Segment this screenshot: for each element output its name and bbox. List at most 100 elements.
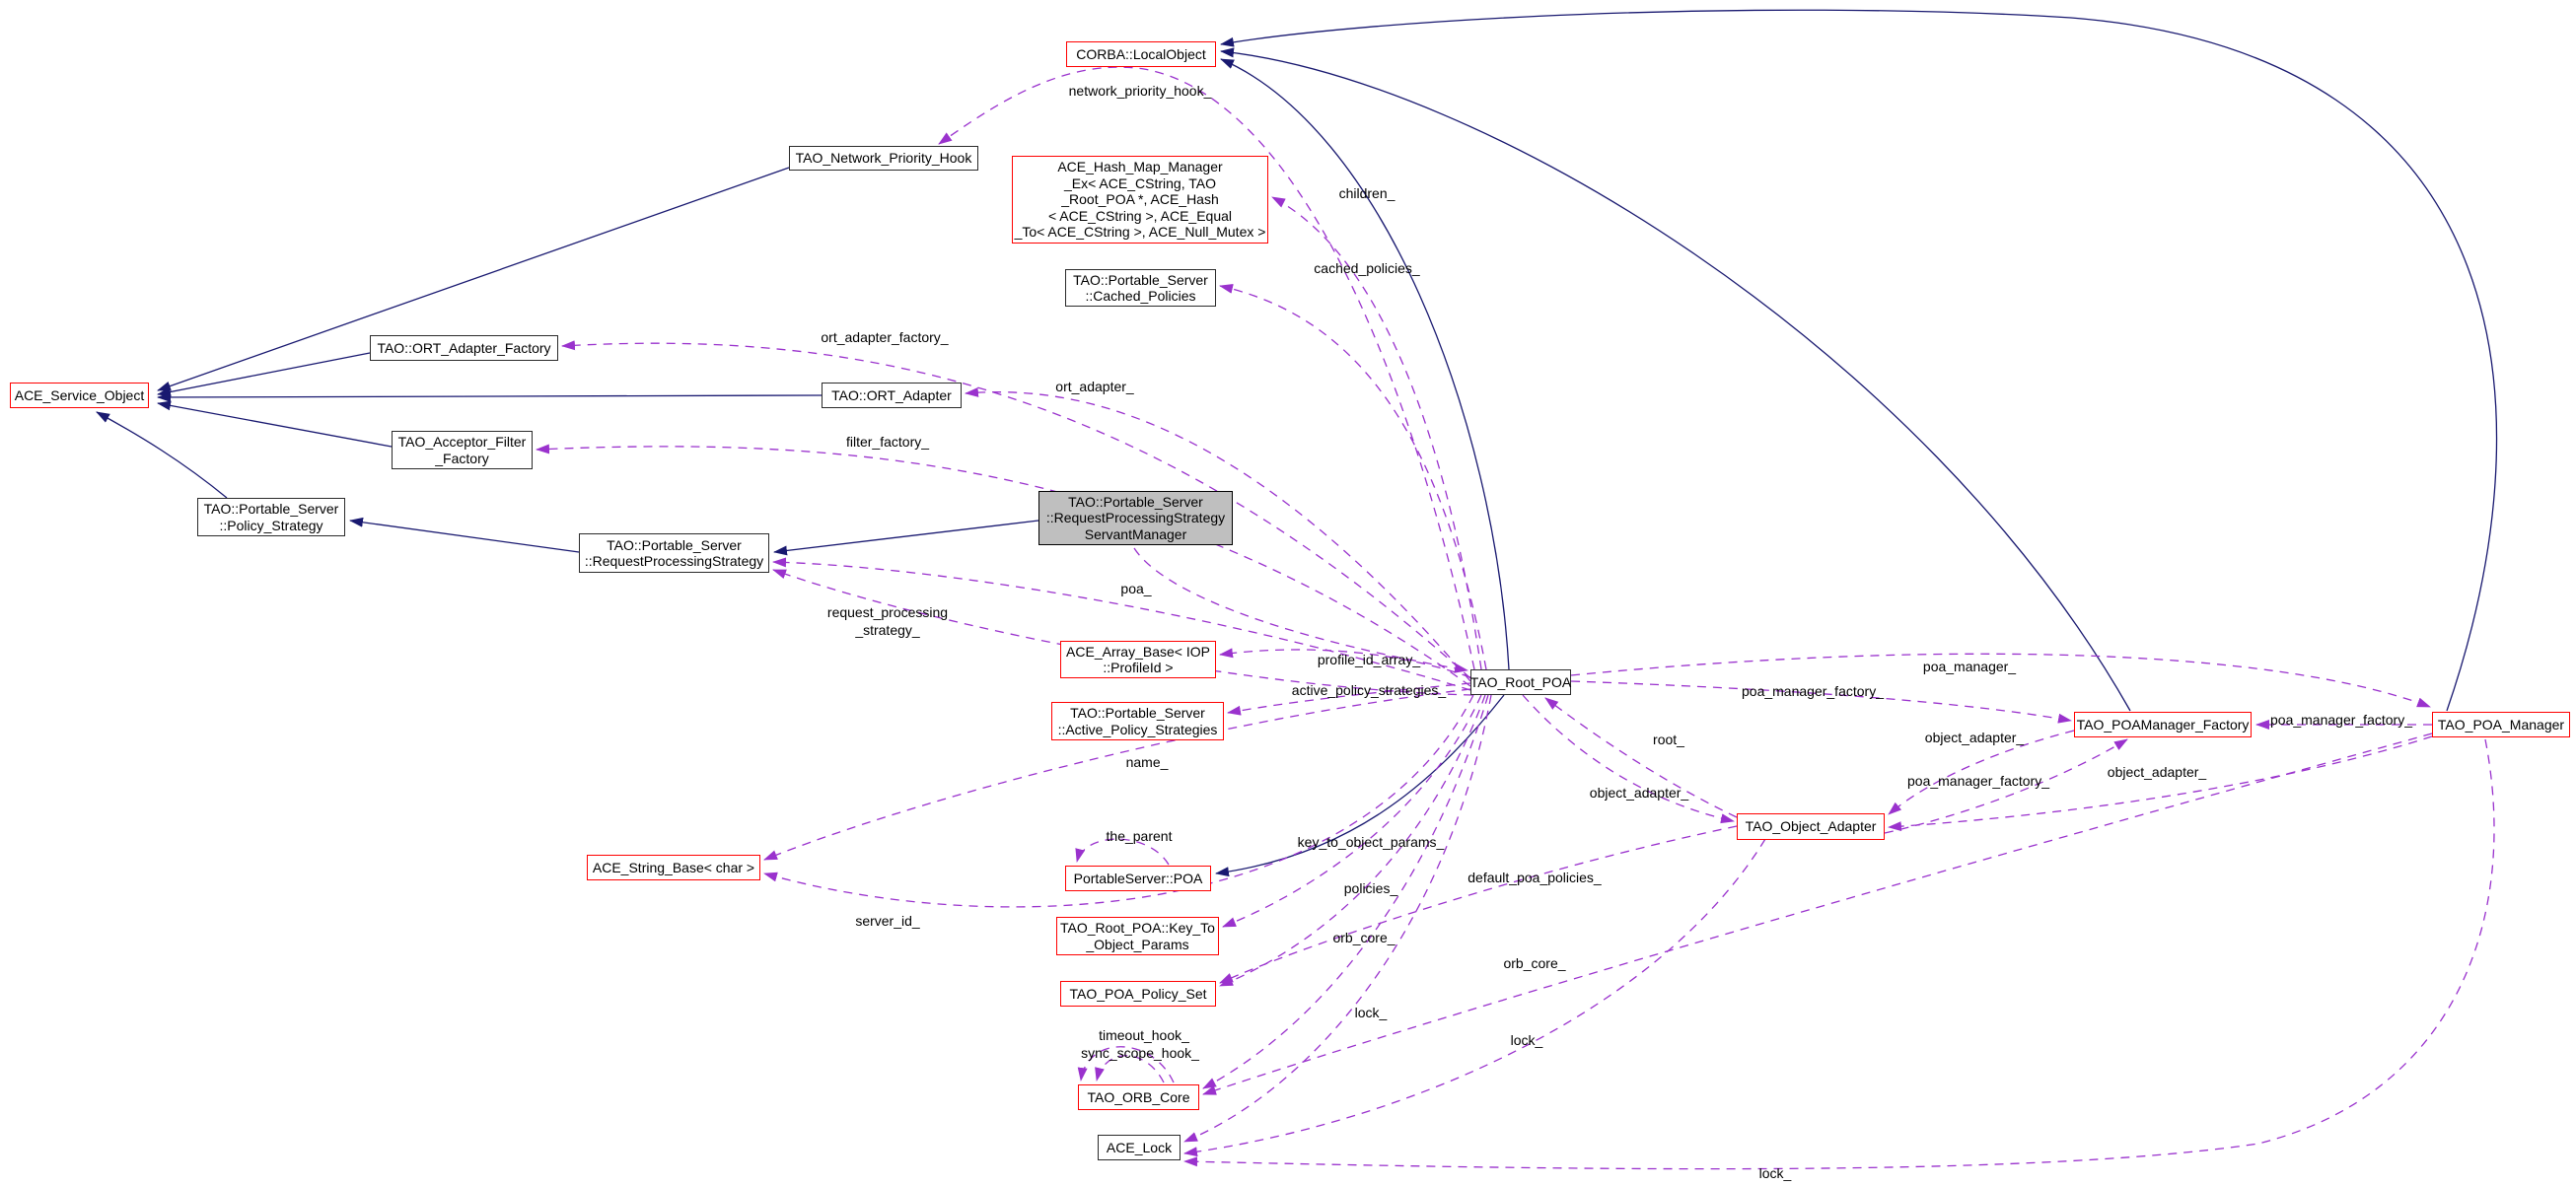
node-label-line: TAO_Root_POA [1470, 674, 1571, 691]
node-label-line: ::RequestProcessingStrategy [1046, 510, 1225, 526]
node-label-line: _Ex< ACE_CString, TAO [1064, 175, 1216, 192]
diagram-canvas: CORBA::LocalObjectTAO_Network_Priority_H… [0, 0, 2576, 1186]
edge-label-the-parent: the_parent [1107, 828, 1173, 844]
node-ace-lock[interactable]: ACE_Lock [1098, 1135, 1181, 1160]
node-label-line: ACE_String_Base< char > [593, 860, 754, 876]
edge-label-orb-core: orb_core_ [1332, 930, 1395, 945]
edge-label-strategy: _strategy_ [855, 622, 919, 638]
edge-cached-policies [1220, 286, 1486, 669]
node-label-line: _Factory [435, 451, 488, 467]
node-corba-localobject[interactable]: CORBA::LocalObject [1066, 41, 1216, 67]
node-ace-service-object[interactable]: ACE_Service_Object [10, 383, 149, 408]
edge-label-root: root_ [1653, 732, 1684, 747]
node-ace-hash-map-manager[interactable]: ACE_Hash_Map_Manager_Ex< ACE_CString, TA… [1012, 156, 1268, 244]
node-label-line: ::ProfileId > [1103, 660, 1173, 676]
node-label-line: ACE_Hash_Map_Manager [1057, 159, 1222, 175]
edge-label-poa-manager-factory: poa_manager_factory_ [1907, 773, 2049, 789]
edge-layer [0, 0, 2576, 1186]
edge-ortadapterfactory-to-serviceobject [158, 353, 370, 394]
edge-label-ort-adapter: ort_adapter_ [1055, 379, 1133, 394]
node-label-line: TAO::ORT_Adapter [831, 387, 952, 404]
edge-label-lock: lock_ [1511, 1032, 1543, 1048]
node-request-processing-strategy[interactable]: TAO::Portable_Server::RequestProcessingS… [579, 533, 769, 573]
node-label-line: ServantManager [1085, 526, 1187, 543]
edge-poamanagerfactory-to-localobject [1221, 51, 2130, 711]
edge-label-filter-factory: filter_factory_ [846, 434, 929, 450]
edge-object-adapter-from-rootpoa [1523, 695, 1734, 821]
node-label-line: _To< ACE_CString >, ACE_Null_Mutex > [1015, 224, 1266, 241]
edge-rootpoa-to-localobject [1221, 59, 1509, 669]
edge-label-profile-id-array: profile_id_array_ [1318, 652, 1420, 667]
node-label-line: TAO::Portable_Server [204, 501, 339, 518]
edge-label-object-adapter: object_adapter_ [2108, 764, 2206, 780]
node-label-line: TAO::Portable_Server [1070, 705, 1205, 722]
edge-reqproc-to-policystrategy [350, 521, 579, 552]
node-label-line: CORBA::LocalObject [1076, 46, 1206, 63]
node-active-policy-strategies[interactable]: TAO::Portable_Server::Active_Policy_Stra… [1051, 702, 1224, 740]
node-tao-network-priority-hook[interactable]: TAO_Network_Priority_Hook [789, 146, 978, 171]
node-label-line: PortableServer::POA [1074, 871, 1203, 887]
node-label-line: TAO_POA_Manager [2438, 717, 2564, 733]
edge-label-sync-scope-hook: sync_scope_hook_ [1081, 1045, 1199, 1061]
node-cached-policies[interactable]: TAO::Portable_Server::Cached_Policies [1065, 269, 1216, 307]
node-ort-adapter[interactable]: TAO::ORT_Adapter [822, 383, 962, 408]
node-key-to-object-params[interactable]: TAO_Root_POA::Key_To_Object_Params [1056, 917, 1219, 955]
edge-label-default-poa-policies: default_poa_policies_ [1467, 870, 1601, 885]
node-tao-orb-core[interactable]: TAO_ORB_Core [1078, 1084, 1199, 1110]
node-portableserver-poa[interactable]: PortableServer::POA [1065, 866, 1211, 891]
edge-ort-adapter-factory [562, 343, 1470, 678]
node-tao-object-adapter[interactable]: TAO_Object_Adapter [1737, 813, 1885, 840]
edge-label-cached-policies: cached_policies_ [1314, 260, 1419, 276]
edge-label-orb-core: orb_core_ [1503, 955, 1565, 971]
edge-orb-core-from-manager [1203, 733, 2432, 1094]
edge-label-object-adapter: object_adapter_ [1925, 730, 2024, 745]
edge-label-name: name_ [1126, 754, 1169, 770]
node-label-line: TAO_ORB_Core [1088, 1089, 1190, 1106]
node-label-line: TAO::Portable_Server [607, 537, 742, 554]
edge-label-timeout-hook: timeout_hook_ [1099, 1027, 1189, 1043]
edge-label-server-id: server_id_ [855, 913, 919, 929]
node-label-line: _Root_POA *, ACE_Hash [1061, 191, 1219, 208]
node-tao-poa-policy-set[interactable]: TAO_POA_Policy_Set [1060, 981, 1216, 1007]
edge-ortadapter-to-serviceobject [158, 395, 822, 397]
node-label-line: _Object_Params [1086, 937, 1188, 953]
edge-servantmanager-to-reqproc [774, 521, 1038, 552]
node-request-processing-strategy-servant-manager[interactable]: TAO::Portable_Server::RequestProcessingS… [1038, 491, 1233, 545]
edge-label-poa-manager-factory: poa_manager_factory_ [2270, 712, 2412, 728]
edge-label-lock: lock_ [1355, 1005, 1388, 1020]
node-label-line: TAO_POAManager_Factory [2077, 717, 2250, 733]
node-ace-array-base[interactable]: ACE_Array_Base< IOP::ProfileId > [1060, 641, 1216, 678]
node-label-line: ::RequestProcessingStrategy [585, 553, 763, 570]
edge-poamanager-to-localobject [1221, 10, 2497, 711]
node-label-line: ::Active_Policy_Strategies [1058, 722, 1218, 738]
node-label-line: ::Cached_Policies [1085, 288, 1195, 305]
node-label-line: ACE_Service_Object [15, 387, 145, 404]
node-ort-adapter-factory[interactable]: TAO::ORT_Adapter_Factory [370, 335, 558, 361]
edge-label-policies: policies_ [1344, 880, 1397, 896]
node-ace-string-base[interactable]: ACE_String_Base< char > [587, 855, 760, 880]
edge-label-poa: poa_ [1120, 581, 1151, 596]
edge-label-ort-adapter-factory: ort_adapter_factory_ [821, 329, 948, 345]
edge-label-active-policy-strategies: active_policy_strategies_ [1292, 682, 1446, 698]
node-tao-poamanager-factory[interactable]: TAO_POAManager_Factory [2074, 712, 2252, 737]
edge-label-object-adapter: object_adapter_ [1590, 785, 1688, 801]
node-label-line: TAO::Portable_Server [1073, 272, 1208, 289]
edge-label-request-processing: request_processing [827, 604, 948, 620]
node-label-line: TAO_POA_Policy_Set [1069, 986, 1206, 1003]
node-tao-root-poa[interactable]: TAO_Root_POA [1470, 669, 1571, 695]
node-label-line: TAO_Object_Adapter [1746, 818, 1877, 835]
node-label-line: TAO_Acceptor_Filter [398, 434, 527, 451]
node-acceptor-filter-factory[interactable]: TAO_Acceptor_Filter_Factory [392, 431, 533, 469]
node-policy-strategy[interactable]: TAO::Portable_Server::Policy_Strategy [197, 498, 345, 536]
edge-label-lock: lock_ [1759, 1165, 1792, 1181]
node-label-line: ACE_Array_Base< IOP [1066, 644, 1210, 661]
node-tao-poa-manager[interactable]: TAO_POA_Manager [2432, 712, 2570, 737]
edge-lock-from-rootpoa [1184, 695, 1491, 1142]
edge-acceptorfilter-to-serviceobject [158, 403, 392, 447]
node-label-line: < ACE_CString >, ACE_Equal [1048, 208, 1232, 225]
node-label-line: TAO::Portable_Server [1068, 494, 1203, 511]
edge-label-poa-manager: poa_manager_ [1923, 659, 2016, 674]
edge-policystrategy-to-serviceobject [97, 412, 227, 498]
edge-label-key-to-object-params: key_to_object_params_ [1298, 834, 1445, 850]
node-label-line: TAO::ORT_Adapter_Factory [377, 340, 550, 357]
